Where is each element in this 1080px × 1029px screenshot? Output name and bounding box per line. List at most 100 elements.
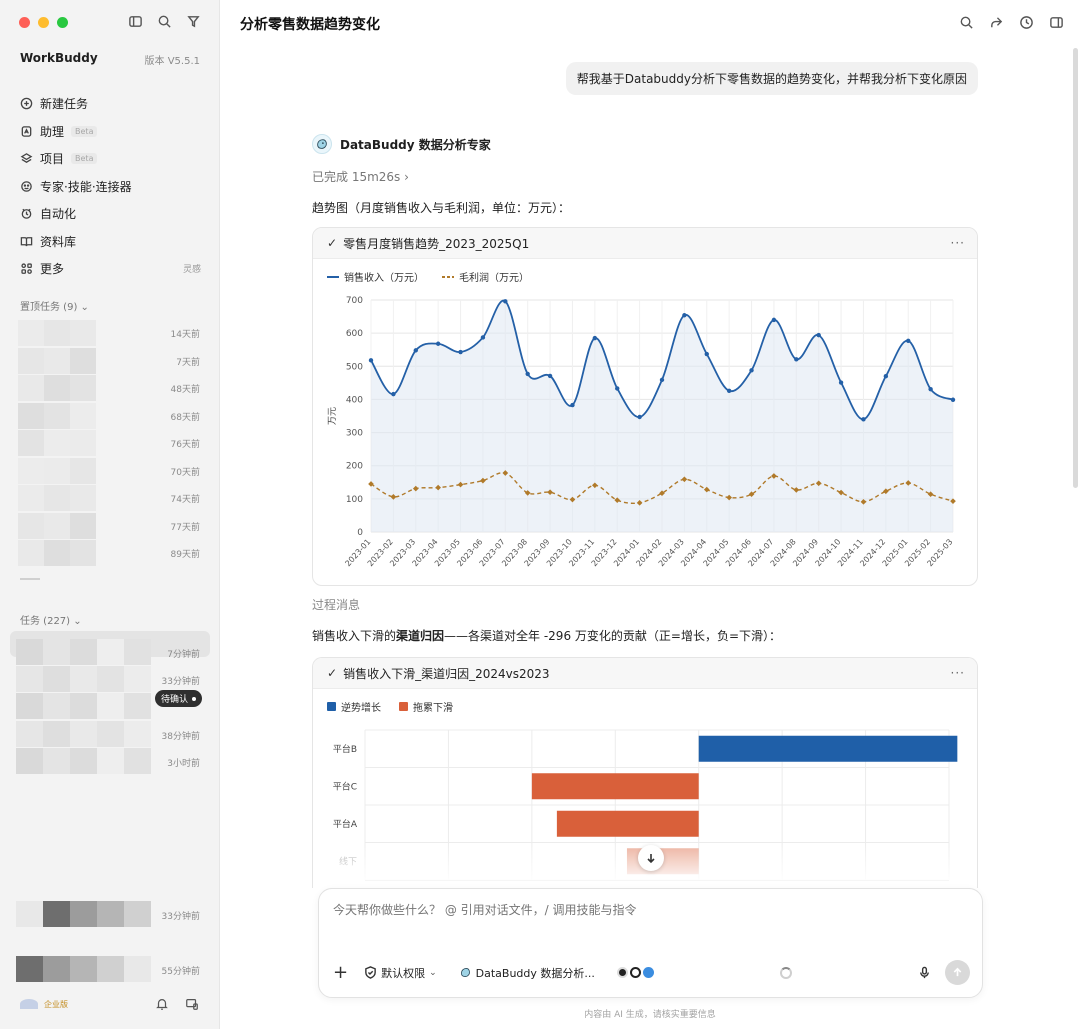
pinned-task-row[interactable]: 76天前 [0, 430, 220, 456]
sidebar-toolbar [128, 14, 201, 29]
revenue-point[interactable] [771, 317, 777, 323]
revenue-point[interactable] [682, 313, 687, 318]
pinned-task-row[interactable]: 70天前 [0, 457, 220, 484]
revenue-point[interactable] [726, 388, 732, 394]
revenue-point[interactable] [413, 348, 418, 353]
revenue-point[interactable] [592, 335, 598, 341]
pinned-task-row[interactable]: 77天前 [0, 512, 220, 539]
sidebar-item-2[interactable]: 项目 Beta [10, 145, 210, 173]
task-time: 74天前 [170, 495, 200, 505]
revenue-point[interactable] [883, 374, 889, 379]
channel-bar[interactable] [556, 810, 699, 837]
inspiration-link[interactable]: 灵感 [183, 262, 201, 275]
revenue-point[interactable] [525, 371, 530, 377]
more-options-icon[interactable]: ··· [951, 236, 965, 250]
pinned-task-row[interactable]: 74天前 [0, 485, 220, 511]
task-row[interactable]: 55分钟前 [0, 956, 220, 982]
task-row[interactable]: 33分钟前 [0, 901, 220, 927]
tasks-header[interactable]: 任务 (227) ⌄ [20, 612, 82, 627]
revenue-point[interactable] [637, 414, 642, 420]
redacted-block [44, 347, 70, 374]
category-label: 平台C [333, 780, 357, 792]
microphone-icon[interactable] [918, 966, 931, 979]
revenue-point[interactable] [368, 358, 374, 363]
redacted-block [43, 956, 70, 982]
redacted-block [18, 402, 44, 429]
sidebar-footer: 企业版 [20, 997, 199, 1011]
revenue-point[interactable] [480, 335, 486, 340]
revenue-point[interactable] [906, 338, 911, 343]
chat-input[interactable] [333, 903, 953, 917]
revenue-point[interactable] [816, 332, 821, 338]
channel-bar[interactable] [531, 773, 699, 800]
revenue-point[interactable] [838, 380, 844, 385]
revenue-point[interactable] [659, 377, 665, 383]
redacted-block [16, 748, 43, 774]
page-title: 分析零售数据趋势变化 [240, 17, 380, 33]
card-header[interactable]: ✓ 销售收入下滑_渠道归因_2024vs2023 ··· [313, 658, 977, 689]
more-options-icon[interactable]: ··· [951, 666, 965, 680]
redacted-block [44, 375, 70, 401]
redacted-block [43, 721, 70, 747]
devices-icon[interactable] [185, 997, 199, 1011]
bell-icon[interactable] [155, 997, 169, 1011]
revenue-point[interactable] [794, 357, 799, 362]
revenue-point[interactable] [391, 391, 396, 397]
sidebar-item-3[interactable]: 专家·技能·连接器 [10, 173, 210, 201]
task-row[interactable]: 38分钟前 [0, 721, 220, 747]
revenue-point[interactable] [570, 402, 575, 408]
sidebar-item-6[interactable]: 更多 灵感 [10, 255, 210, 283]
revenue-point[interactable] [458, 349, 463, 355]
search-icon[interactable] [959, 15, 974, 30]
revenue-point[interactable] [928, 386, 933, 392]
sidebar-toggle-icon[interactable] [128, 14, 143, 29]
process-messages-label[interactable]: 过程消息 [312, 596, 360, 613]
card-header[interactable]: ✓ 零售月度销售趋势_2023_2025Q1 ··· [313, 228, 977, 259]
pinned-tasks-header[interactable]: 置顶任务 (9) ⌄ [20, 298, 89, 313]
enterprise-logo-icon [20, 999, 38, 1009]
minimize-window-button[interactable] [38, 17, 49, 28]
sidebar-item-4[interactable]: 自动化 [10, 200, 210, 228]
pinned-task-row[interactable]: 68天前 [0, 402, 220, 429]
history-icon[interactable] [1019, 15, 1034, 30]
y-tick-label: 100 [346, 495, 363, 505]
sidebar-item-0[interactable]: 新建任务 [10, 90, 210, 118]
permission-selector[interactable]: 默认权限 ⌄ [364, 965, 437, 981]
task-row[interactable]: 33分钟前 [0, 666, 220, 692]
sidebar-item-5[interactable]: 资料库 [10, 228, 210, 256]
revenue-point[interactable] [704, 351, 709, 357]
add-attachment-button[interactable]: + [333, 963, 348, 982]
redacted-block [124, 748, 151, 774]
revenue-point[interactable] [435, 341, 441, 346]
mascot-icons[interactable] [616, 967, 654, 978]
search-icon[interactable] [157, 14, 172, 29]
pinned-task-row[interactable]: 14天前 [0, 320, 220, 346]
revenue-point[interactable] [503, 299, 508, 304]
pending-confirm-badge[interactable]: 待确认 [155, 690, 203, 707]
revenue-point[interactable] [950, 397, 956, 402]
pinned-task-row[interactable]: 7天前 [0, 347, 220, 374]
agent-selector[interactable]: DataBuddy 数据分析... [459, 965, 595, 981]
revenue-point[interactable] [615, 386, 620, 391]
completed-status[interactable]: 已完成 15m26s › [312, 168, 409, 185]
scroll-down-button[interactable] [638, 845, 664, 871]
task-row[interactable]: 7分钟前 [0, 639, 220, 665]
filter-icon[interactable] [186, 14, 201, 29]
revenue-point[interactable] [861, 417, 866, 422]
redacted-block [18, 540, 44, 566]
task-row[interactable]: 3小时前 [0, 748, 220, 774]
check-icon: ✓ [327, 236, 338, 250]
send-button[interactable] [945, 960, 970, 985]
revenue-point[interactable] [547, 373, 553, 379]
sidebar-item-1[interactable]: 助理 Beta [10, 118, 210, 146]
vertical-scrollbar[interactable] [1073, 48, 1078, 488]
share-icon[interactable] [989, 15, 1004, 30]
zoom-window-button[interactable] [57, 17, 68, 28]
pinned-task-row[interactable]: 48天前 [0, 375, 220, 401]
close-window-button[interactable] [19, 17, 30, 28]
channel-bar[interactable] [698, 735, 958, 762]
panel-toggle-icon[interactable] [1049, 15, 1064, 30]
revenue-point[interactable] [749, 368, 754, 373]
pinned-task-row[interactable]: 89天前 [0, 540, 220, 566]
redacted-block [70, 666, 97, 692]
